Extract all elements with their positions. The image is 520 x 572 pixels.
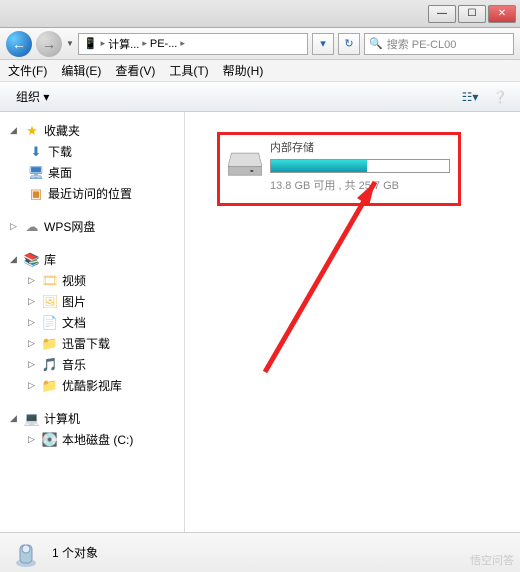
recent-icon: ▣: [28, 186, 44, 202]
music-icon: 🎵: [42, 357, 58, 373]
internal-storage-icon: [228, 147, 262, 183]
expand-icon[interactable]: ▷: [10, 221, 20, 232]
video-icon: 🎞: [42, 273, 58, 289]
sidebar-label: 优酷影视库: [62, 377, 122, 394]
storage-detail: 13.8 GB 可用 , 共 25.7 GB: [270, 177, 450, 193]
menu-edit[interactable]: 编辑(E): [61, 62, 101, 79]
sidebar-label: 桌面: [48, 164, 72, 181]
computer-icon: 💻: [24, 411, 40, 427]
expand-icon[interactable]: ▷: [28, 359, 38, 370]
refresh-button[interactable]: ↻: [338, 33, 360, 55]
breadcrumb-segment[interactable]: 计算...: [105, 36, 142, 52]
sidebar-documents[interactable]: ▷ 📄 文档: [4, 312, 180, 333]
titlebar: — ☐ ✕: [0, 0, 520, 28]
collapse-icon[interactable]: ◢: [10, 254, 20, 265]
download-icon: ⬇: [28, 144, 44, 160]
star-icon: ★: [24, 123, 40, 139]
collapse-icon[interactable]: ◢: [10, 413, 20, 424]
desktop-icon: 🖥: [28, 165, 44, 181]
nav-history-dropdown[interactable]: ▼: [66, 39, 74, 48]
sidebar-label: 计算机: [44, 410, 80, 427]
sidebar-label: 图片: [62, 293, 86, 310]
document-icon: 📄: [42, 315, 58, 331]
content-area: ◢ ★ 收藏夹 ⬇ 下载 🖥 桌面 ▣ 最近访问的位置 ▷ ☁ WPS网盘: [0, 112, 520, 532]
menubar: 文件(F) 编辑(E) 查看(V) 工具(T) 帮助(H): [0, 60, 520, 82]
main-pane: 内部存储 13.8 GB 可用 , 共 25.7 GB: [185, 112, 520, 532]
sidebar-drive-c[interactable]: ▷ 💽 本地磁盘 (C:): [4, 429, 180, 450]
sidebar-label: WPS网盘: [44, 218, 95, 235]
organize-button[interactable]: 组织 ▾: [8, 86, 57, 107]
library-icon: 📚: [24, 252, 40, 268]
sidebar-downloads[interactable]: ⬇ 下载: [4, 141, 180, 162]
sidebar-label: 下载: [48, 143, 72, 160]
device-icon: 📱: [81, 37, 101, 50]
menu-file[interactable]: 文件(F): [8, 62, 47, 79]
expand-icon[interactable]: ▷: [28, 380, 38, 391]
sidebar-computer[interactable]: ◢ 💻 计算机: [4, 408, 180, 429]
sidebar-pictures[interactable]: ▷ 🖼 图片: [4, 291, 180, 312]
sidebar-label: 视频: [62, 272, 86, 289]
storage-title: 内部存储: [270, 139, 450, 155]
sidebar-label: 文档: [62, 314, 86, 331]
sidebar-wps[interactable]: ▷ ☁ WPS网盘: [4, 216, 180, 237]
nav-back-button[interactable]: ←: [6, 31, 32, 57]
picture-icon: 🖼: [42, 294, 58, 310]
folder-icon: 📁: [42, 336, 58, 352]
drive-icon: 💽: [42, 432, 58, 448]
storage-item[interactable]: 内部存储 13.8 GB 可用 , 共 25.7 GB: [228, 139, 450, 193]
sidebar-label: 音乐: [62, 356, 86, 373]
expand-icon[interactable]: ▷: [28, 275, 38, 286]
sidebar-favorites[interactable]: ◢ ★ 收藏夹: [4, 120, 180, 141]
sidebar-label: 最近访问的位置: [48, 185, 132, 202]
sidebar-videos[interactable]: ▷ 🎞 视频: [4, 270, 180, 291]
sidebar-label: 本地磁盘 (C:): [62, 431, 133, 448]
storage-usage-fill: [271, 160, 367, 172]
search-input[interactable]: 🔍 搜索 PE-CL00: [364, 33, 514, 55]
statusbar: 1 个对象: [0, 532, 520, 572]
sidebar-recent[interactable]: ▣ 最近访问的位置: [4, 183, 180, 204]
sidebar-desktop[interactable]: 🖥 桌面: [4, 162, 180, 183]
menu-tools[interactable]: 工具(T): [169, 62, 208, 79]
sidebar-label: 收藏夹: [44, 122, 80, 139]
search-icon: 🔍: [369, 37, 383, 50]
menu-view[interactable]: 查看(V): [115, 62, 155, 79]
sidebar-label: 迅雷下载: [62, 335, 110, 352]
annotation-highlight: 内部存储 13.8 GB 可用 , 共 25.7 GB: [217, 132, 461, 206]
expand-icon[interactable]: ▷: [28, 296, 38, 307]
breadcrumb-segment[interactable]: PE-...: [147, 38, 181, 50]
minimize-button[interactable]: —: [428, 5, 456, 23]
help-button[interactable]: ❔: [488, 87, 512, 107]
close-button[interactable]: ✕: [488, 5, 516, 23]
sidebar-xunlei[interactable]: ▷ 📁 迅雷下载: [4, 333, 180, 354]
storage-usage-bar: [270, 159, 450, 173]
sidebar-libraries[interactable]: ◢ 📚 库: [4, 249, 180, 270]
expand-icon[interactable]: ▷: [28, 434, 38, 445]
expand-icon[interactable]: ▷: [28, 338, 38, 349]
sidebar-music[interactable]: ▷ 🎵 音乐: [4, 354, 180, 375]
search-placeholder: 搜索 PE-CL00: [387, 36, 457, 52]
toolbar: 组织 ▾ ☷▾ ❔: [0, 82, 520, 112]
collapse-icon[interactable]: ◢: [10, 125, 20, 136]
status-text: 1 个对象: [52, 544, 98, 561]
device-status-icon: [10, 537, 42, 569]
chevron-right-icon: ▸: [180, 38, 185, 49]
cloud-icon: ☁: [24, 219, 40, 235]
folder-icon: 📁: [42, 378, 58, 394]
sidebar-youku[interactable]: ▷ 📁 优酷影视库: [4, 375, 180, 396]
sidebar: ◢ ★ 收藏夹 ⬇ 下载 🖥 桌面 ▣ 最近访问的位置 ▷ ☁ WPS网盘: [0, 112, 185, 532]
expand-icon[interactable]: ▷: [28, 317, 38, 328]
maximize-button[interactable]: ☐: [458, 5, 486, 23]
navbar: ← → ▼ 📱 ▸ 计算... ▸ PE-... ▸ ▾ ↻ 🔍 搜索 PE-C…: [0, 28, 520, 60]
address-bar[interactable]: 📱 ▸ 计算... ▸ PE-... ▸: [78, 33, 308, 55]
view-options-button[interactable]: ☷▾: [458, 87, 482, 107]
sidebar-label: 库: [44, 251, 56, 268]
menu-help[interactable]: 帮助(H): [223, 62, 264, 79]
refresh-button[interactable]: ▾: [312, 33, 334, 55]
nav-forward-button[interactable]: →: [36, 31, 62, 57]
